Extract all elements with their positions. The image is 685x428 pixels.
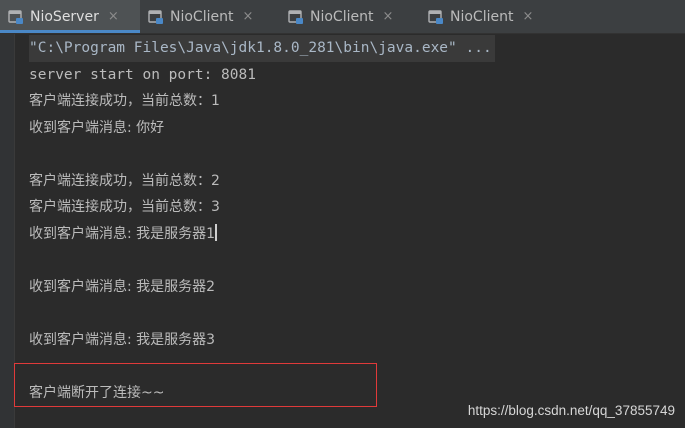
command-line: "C:\Program Files\Java\jdk1.8.0_281\bin\… xyxy=(29,35,495,62)
tab-label: NioClient xyxy=(310,8,374,25)
output-line: 客户端连接成功，当前总数：1 xyxy=(29,93,220,109)
output-line: 客户端连接成功，当前总数：3 xyxy=(29,199,220,215)
tab-nioclient-1[interactable]: NioClient × xyxy=(140,0,280,33)
console-gutter xyxy=(0,34,15,428)
close-icon[interactable]: × xyxy=(382,10,393,23)
ide-run-console-window: NioServer × NioClient × NioClient × NioC… xyxy=(0,0,685,428)
command-line-row: "C:\Program Files\Java\jdk1.8.0_281\bin\… xyxy=(29,35,685,62)
watermark: https://blog.csdn.net/qq_37855749 xyxy=(467,403,675,418)
text-caret xyxy=(215,223,217,241)
close-icon[interactable]: × xyxy=(522,10,533,23)
tab-label: NioClient xyxy=(170,8,234,25)
tab-nioclient-3[interactable]: NioClient × xyxy=(420,0,560,33)
output-line-with-caret: 收到客户端消息: 我是服务器1 xyxy=(29,221,685,248)
console-icon xyxy=(428,9,444,25)
console-icon xyxy=(288,9,304,25)
tab-label: NioClient xyxy=(450,8,514,25)
close-icon[interactable]: × xyxy=(242,10,253,23)
tab-nioserver[interactable]: NioServer × xyxy=(0,0,140,33)
close-icon[interactable]: × xyxy=(108,10,119,23)
console-icon xyxy=(148,9,164,25)
output-line: server start on port: 8081 xyxy=(29,66,256,83)
output-line: 客户端连接成功，当前总数：2 xyxy=(29,172,220,189)
console-icon xyxy=(8,9,24,25)
output-line: 收到客户端消息: 我是服务器2 xyxy=(29,278,216,295)
output-line: 收到客户端消息: 我是服务器3 xyxy=(29,331,216,348)
output-line-text: 收到客户端消息: 我是服务器1 xyxy=(29,225,216,242)
output-line: 收到客户端消息: 你好 xyxy=(29,119,165,136)
tab-nioclient-2[interactable]: NioClient × xyxy=(280,0,420,33)
tab-label: NioServer xyxy=(30,8,99,25)
run-tab-bar: NioServer × NioClient × NioClient × NioC… xyxy=(0,0,685,34)
red-highlight-box xyxy=(14,363,377,407)
